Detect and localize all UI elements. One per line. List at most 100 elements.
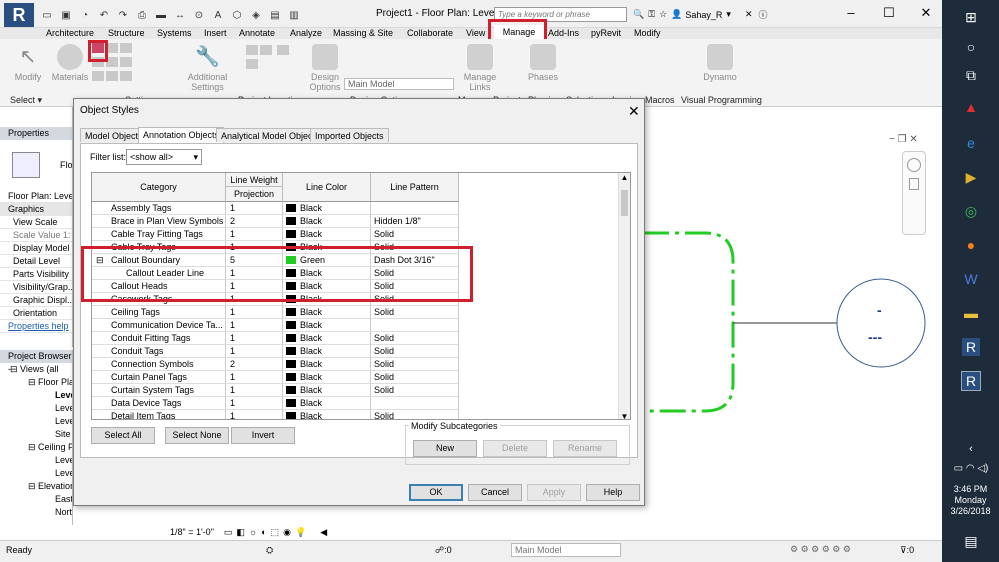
- manage-links-button[interactable]: Manage Links: [460, 44, 500, 92]
- tag-icon[interactable]: ⊙: [192, 8, 206, 22]
- close-window-button[interactable]: ✕: [917, 4, 935, 22]
- detail-level-icon[interactable]: ▭: [224, 527, 233, 538]
- table-row[interactable]: Detail Item Tags 1 Black Solid: [92, 410, 459, 419]
- tree-ceiling-level-2[interactable]: Leve: [0, 467, 72, 480]
- cell-line-color[interactable]: Black: [283, 397, 371, 410]
- temporary-hide-icon[interactable]: ◉: [283, 527, 291, 538]
- rename-subcategory-button[interactable]: Rename: [553, 440, 617, 457]
- tab-annotate[interactable]: Annotate: [239, 27, 275, 39]
- design-option-select[interactable]: Main Model: [511, 543, 621, 557]
- revit-logo-button[interactable]: R: [4, 3, 34, 27]
- phases-button[interactable]: Phases: [525, 44, 561, 82]
- additional-settings-button[interactable]: 🔧 Additional Settings: [180, 44, 235, 92]
- cell-line-color[interactable]: Black: [283, 228, 371, 241]
- cortana-icon[interactable]: ○: [962, 38, 980, 56]
- tab-insert[interactable]: Insert: [204, 27, 227, 39]
- grid-scrollbar[interactable]: ▲ ▼: [618, 173, 630, 419]
- user-name[interactable]: Sahay_R: [685, 10, 722, 20]
- favorites-icon[interactable]: ☆: [659, 9, 667, 20]
- tree-floor-plans[interactable]: ⊟ Floor Pla: [0, 376, 72, 389]
- cell-line-color[interactable]: Black: [283, 202, 371, 215]
- selection-toggles[interactable]: ⚙ ⚙ ⚙ ⚙ ⚙ ⚙: [790, 544, 851, 555]
- cell-line-weight[interactable]: 1: [226, 345, 283, 358]
- user-icon[interactable]: 👤: [671, 9, 682, 20]
- view-selector[interactable]: Floor Plan: Level: [0, 190, 72, 203]
- task-view-icon[interactable]: ⧉: [962, 66, 980, 84]
- scroll-thumb[interactable]: [621, 190, 628, 216]
- cell-line-color[interactable]: Black: [283, 358, 371, 371]
- table-row[interactable]: Conduit Tags 1 Black Solid: [92, 345, 459, 358]
- cell-line-pattern[interactable]: Solid: [371, 332, 459, 345]
- location-icon[interactable]: [246, 45, 258, 55]
- tab-massing-site[interactable]: Massing & Site: [333, 27, 393, 39]
- help-icon[interactable]: ⓘ: [758, 8, 767, 21]
- word-icon[interactable]: W: [962, 270, 980, 288]
- tab-analyze[interactable]: Analyze: [290, 27, 322, 39]
- navigation-bar[interactable]: [902, 151, 926, 235]
- cell-line-weight[interactable]: 1: [226, 228, 283, 241]
- minimize-button[interactable]: –: [842, 4, 860, 22]
- ok-button[interactable]: OK: [409, 484, 463, 501]
- purge-icon[interactable]: [106, 71, 118, 81]
- table-row[interactable]: Brace in Plan View Symbols 2 Black Hidden 1…: [92, 215, 459, 228]
- cell-line-color[interactable]: Black: [283, 384, 371, 397]
- table-row[interactable]: Connection Symbols 2 Black Solid: [92, 358, 459, 371]
- reveal-hidden-icon[interactable]: 💡: [295, 527, 306, 538]
- position-icon[interactable]: [276, 45, 289, 55]
- text-icon[interactable]: A: [211, 8, 225, 22]
- help-button[interactable]: Help: [586, 484, 640, 501]
- delete-subcategory-button[interactable]: Delete: [483, 440, 547, 457]
- graphics-section[interactable]: Graphics: [0, 203, 72, 216]
- cell-line-pattern[interactable]: [371, 202, 459, 215]
- shadows-icon[interactable]: ◐: [261, 527, 266, 537]
- windows-start-icon[interactable]: ⊞: [962, 8, 980, 26]
- cancel-button[interactable]: Cancel: [468, 484, 522, 501]
- tab-add-ins[interactable]: Add-Ins: [548, 27, 579, 39]
- tree-ceiling-level-1[interactable]: Leve: [0, 454, 72, 467]
- project-info-icon[interactable]: [120, 43, 132, 53]
- cell-line-weight[interactable]: 1: [226, 319, 283, 332]
- properties-help-link[interactable]: Properties help: [0, 320, 72, 333]
- cell-line-pattern[interactable]: Solid: [371, 345, 459, 358]
- modify-button[interactable]: ↖ Modify: [8, 44, 48, 82]
- redo-icon[interactable]: ↷: [116, 8, 130, 22]
- cell-line-color[interactable]: Black: [283, 215, 371, 228]
- sun-path-icon[interactable]: ☼: [249, 527, 257, 537]
- tray-chevron-icon[interactable]: ‹: [962, 440, 980, 458]
- save-icon[interactable]: ▣: [59, 8, 73, 22]
- design-options-button[interactable]: Design Options: [305, 44, 345, 92]
- tree-level-1[interactable]: Leve: [0, 389, 72, 402]
- select-none-button[interactable]: Select None: [165, 427, 229, 444]
- close-windows-icon[interactable]: ▥: [287, 8, 301, 22]
- tab-systems[interactable]: Systems: [157, 27, 192, 39]
- cell-line-color[interactable]: Black: [283, 332, 371, 345]
- invert-button[interactable]: Invert: [231, 427, 295, 444]
- section-icon[interactable]: ◈: [249, 8, 263, 22]
- cell-line-pattern[interactable]: Solid: [371, 371, 459, 384]
- cell-line-color[interactable]: Black: [283, 319, 371, 332]
- prop-detail-level[interactable]: Detail Level: [0, 255, 72, 268]
- cell-line-color[interactable]: Black: [283, 345, 371, 358]
- apply-button[interactable]: Apply: [527, 484, 581, 501]
- cell-line-weight[interactable]: 1: [226, 410, 283, 419]
- new-subcategory-button[interactable]: New: [413, 440, 477, 457]
- cell-line-pattern[interactable]: Solid: [371, 384, 459, 397]
- firefox-icon[interactable]: ●: [962, 236, 980, 254]
- prop-graphic-display[interactable]: Graphic Displ...: [0, 294, 72, 307]
- tree-north[interactable]: North: [0, 506, 72, 519]
- cell-line-weight[interactable]: 1: [226, 384, 283, 397]
- 3d-view-icon[interactable]: ⬡: [230, 8, 244, 22]
- tab-pyrevit[interactable]: pyRevit: [591, 27, 621, 39]
- table-row[interactable]: Ceiling Tags 1 Black Solid: [92, 306, 459, 319]
- filter-list-select[interactable]: <show all> ▾: [126, 149, 202, 165]
- tab-annotation-objects[interactable]: Annotation Objects: [138, 127, 225, 143]
- tray-icons[interactable]: ▭ ◠ ◁): [946, 460, 996, 478]
- prop-orientation[interactable]: Orientation: [0, 307, 72, 320]
- project-units-icon[interactable]: [120, 71, 132, 81]
- dimension-icon[interactable]: ↔: [173, 8, 187, 22]
- tab-structure[interactable]: Structure: [108, 27, 145, 39]
- maximize-button[interactable]: ☐: [880, 4, 898, 22]
- cell-line-pattern[interactable]: Hidden 1/8": [371, 215, 459, 228]
- scroll-up-icon[interactable]: ▲: [619, 173, 630, 182]
- tab-view[interactable]: View: [466, 27, 485, 39]
